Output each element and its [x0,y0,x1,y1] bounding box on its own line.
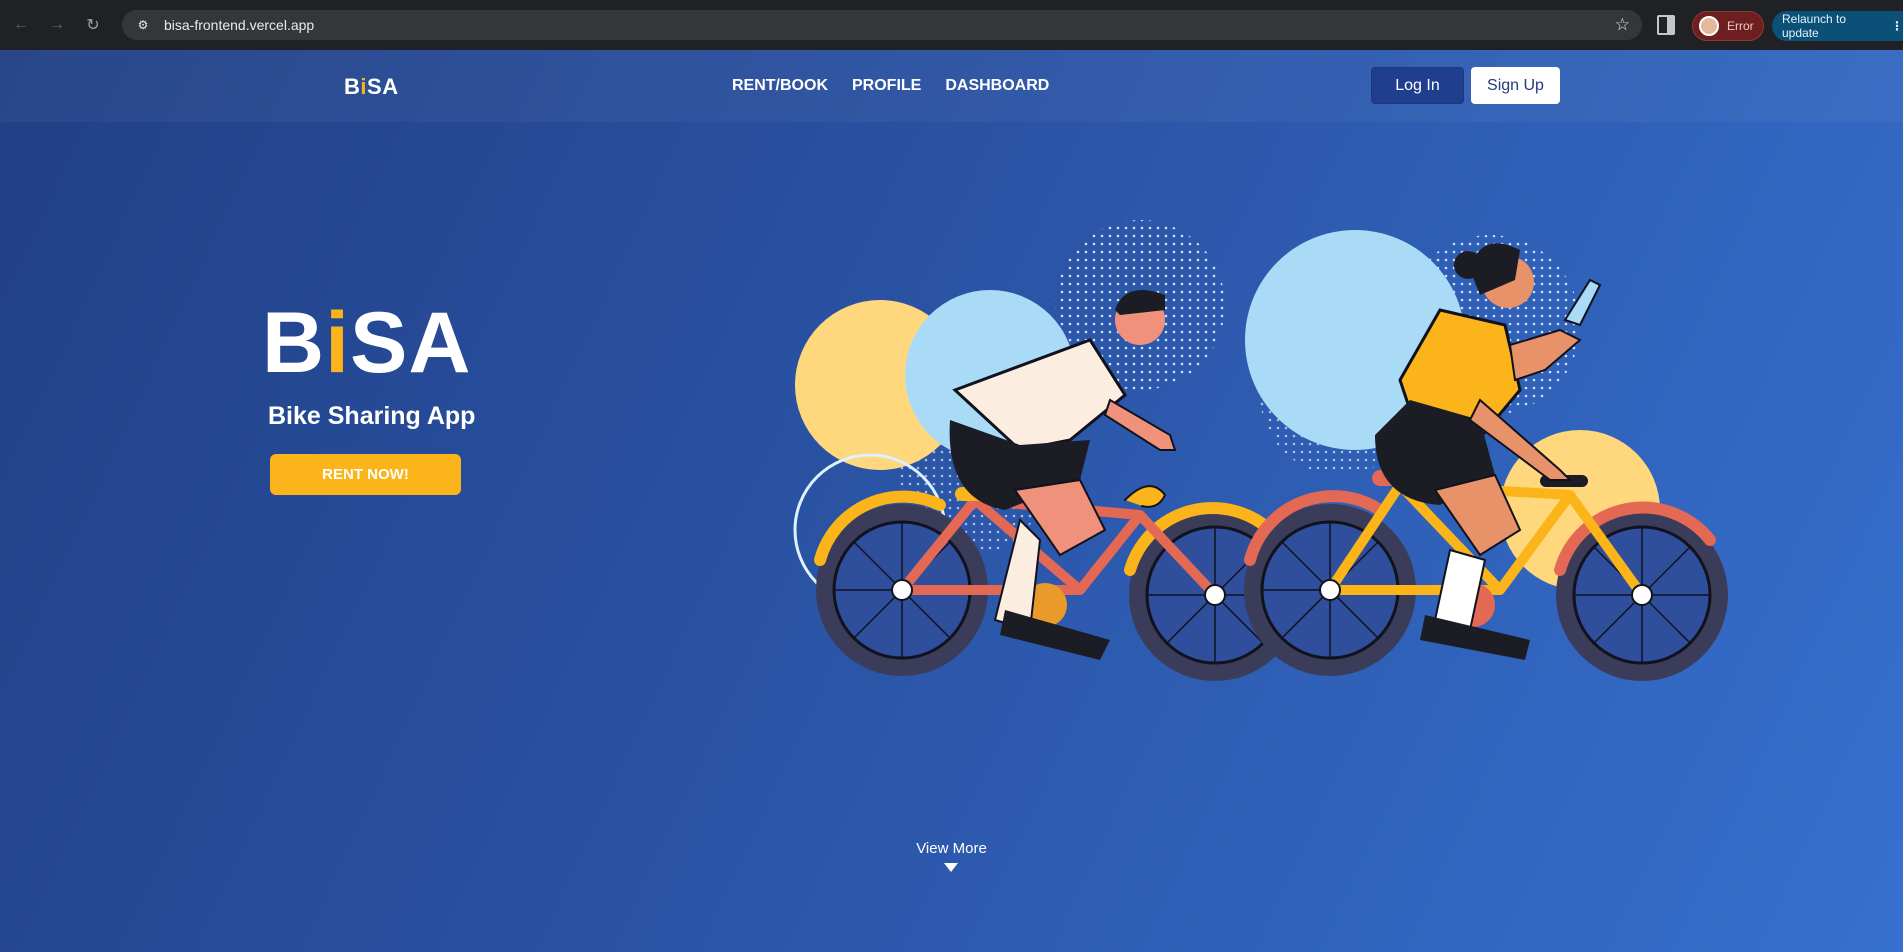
cyclists-illustration [793,220,1728,681]
browser-toolbar: ← → ↻ ⚙ bisa-frontend.vercel.app ☆ Error… [0,0,1903,50]
view-more-link[interactable]: View More [914,840,989,857]
signup-button[interactable]: Sign Up [1471,67,1560,104]
url-text[interactable]: bisa-frontend.vercel.app [164,17,314,33]
rent-now-button[interactable]: RENT NOW! [270,454,461,495]
logo-part: B [344,74,361,99]
logo-part: SA [350,295,472,391]
relaunch-button[interactable]: Relaunch to update ⋮ [1772,11,1903,41]
login-button[interactable]: Log In [1371,67,1464,104]
bookmark-star-icon[interactable]: ☆ [1615,15,1630,35]
logo-part: B [262,295,326,391]
hero-subtitle: Bike Sharing App [268,402,476,430]
avatar [1699,16,1719,36]
relaunch-label: Relaunch to update [1782,12,1847,40]
page: BiSA RENT/BOOK PROFILE DASHBOARD Log In … [0,50,1903,952]
profile-status: Error [1727,19,1754,33]
back-icon[interactable]: ← [6,10,36,40]
profile-button[interactable]: Error [1692,11,1764,41]
nav-profile[interactable]: PROFILE [852,77,921,95]
forward-icon[interactable]: → [42,10,72,40]
chevron-down-icon[interactable] [944,863,958,872]
reload-icon[interactable]: ↻ [78,10,108,40]
address-bar[interactable]: ⚙ bisa-frontend.vercel.app ☆ [122,10,1642,40]
site-info-icon[interactable]: ⚙ [134,16,152,34]
logo-accent: i [325,295,351,391]
menu-dots-icon[interactable]: ⋮ [1891,19,1903,33]
nav-dashboard[interactable]: DASHBOARD [945,77,1049,95]
hero-logo: BiSA [262,300,471,386]
main-nav: RENT/BOOK PROFILE DASHBOARD [732,77,1049,95]
site-logo[interactable]: BiSA [344,74,399,100]
site-header: BiSA RENT/BOOK PROFILE DASHBOARD Log In … [0,50,1903,122]
logo-part: SA [367,74,399,99]
side-panel-icon[interactable] [1657,15,1675,35]
nav-rent-book[interactable]: RENT/BOOK [732,77,828,95]
